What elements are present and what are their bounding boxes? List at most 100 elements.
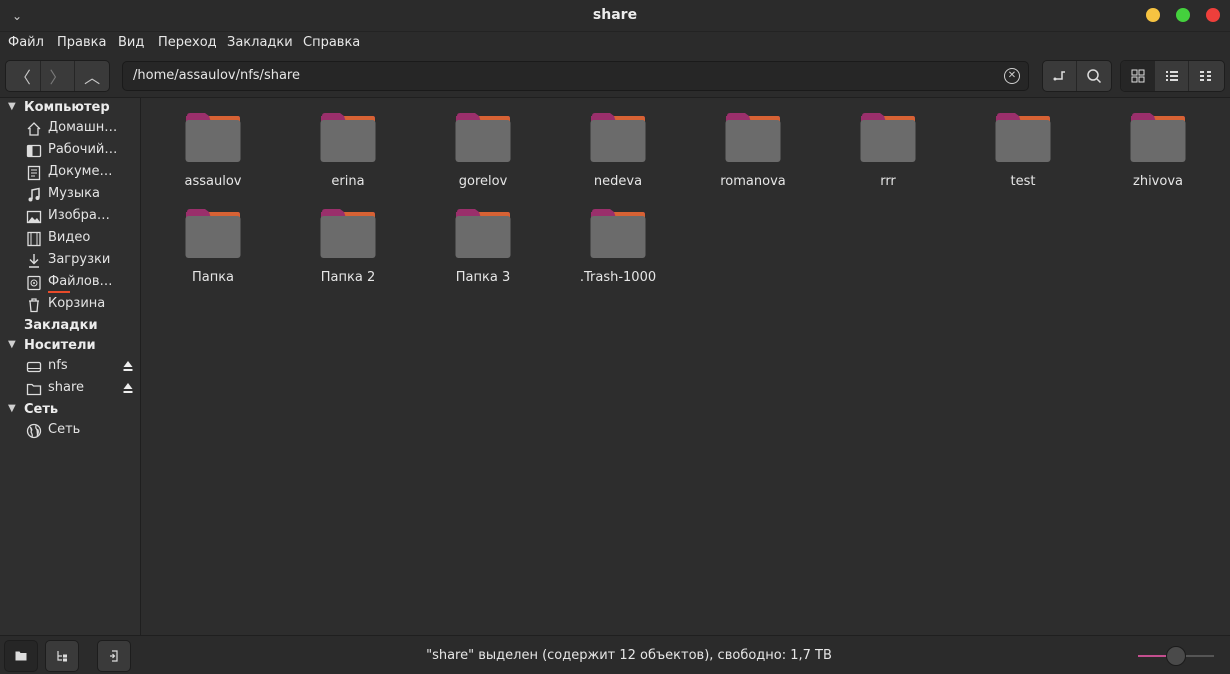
folder-item[interactable]: romanova	[693, 98, 813, 189]
icon-view-button[interactable]	[1121, 61, 1155, 91]
filesystem-icon	[27, 275, 41, 291]
location-path[interactable]: /home/assaulov/nfs/share	[133, 68, 300, 83]
sidebar-item-documents[interactable]: Докумен…	[0, 162, 141, 184]
folder-name: zhivova	[1133, 174, 1183, 189]
clear-location-icon[interactable]: ✕	[1004, 68, 1020, 84]
search-button[interactable]	[1077, 61, 1111, 91]
folder-icon	[455, 113, 511, 162]
sidebar: ▼ Компьютер Домашн… Рабочий… Докумен… Му…	[0, 98, 141, 635]
folder-item[interactable]: assaulov	[153, 98, 273, 189]
list-view-icon	[1165, 71, 1178, 81]
menu-bookmarks[interactable]: Закладки	[227, 35, 293, 50]
menu-go[interactable]: Переход	[158, 35, 217, 50]
folder-icon	[26, 383, 42, 396]
folder-name: Папка 3	[455, 270, 511, 285]
sidebar-item-filesystem[interactable]: Файлова…	[0, 272, 141, 294]
menu-file[interactable]: Файл	[8, 35, 44, 50]
folder-icon	[995, 113, 1051, 162]
sidebar-header-computer[interactable]: ▼ Компьютер	[0, 100, 141, 120]
compact-view-icon	[1200, 71, 1211, 81]
search-icon	[1087, 69, 1102, 84]
navigation-group: 〈 〉 ︿	[5, 60, 110, 92]
sidebar-header-network[interactable]: ▼ Сеть	[0, 402, 141, 422]
list-view-button[interactable]	[1155, 61, 1189, 91]
folder-icon	[320, 209, 376, 258]
sidebar-item-nfs[interactable]: nfs	[0, 356, 141, 378]
disk-usage-bar	[48, 291, 70, 293]
close-button[interactable]	[1206, 8, 1220, 22]
image-icon	[26, 210, 42, 224]
folder-name: Папка 2	[320, 270, 376, 285]
minimize-button[interactable]	[1146, 8, 1160, 22]
folder-item[interactable]: nedeva	[558, 98, 678, 189]
title-bar: ⌄ share	[0, 0, 1230, 32]
eject-icon[interactable]	[123, 360, 133, 372]
folder-item[interactable]: erina	[288, 98, 408, 189]
folder-name: assaulov	[184, 174, 242, 189]
folder-item[interactable]: Папка 2	[288, 194, 408, 285]
window-title: share	[592, 7, 638, 23]
folder-icon	[185, 113, 241, 162]
up-button[interactable]: ︿	[75, 61, 109, 91]
folder-icon	[320, 113, 376, 162]
desktop-icon	[26, 144, 42, 158]
folder-item[interactable]: gorelov	[423, 98, 543, 189]
menu-help[interactable]: Справка	[303, 35, 360, 50]
toggle-group	[1042, 60, 1112, 92]
sidebar-item-network[interactable]: Сеть	[0, 420, 141, 442]
sidebar-item-desktop[interactable]: Рабочий…	[0, 140, 141, 162]
sidebar-item-videos[interactable]: Видео	[0, 228, 141, 250]
folder-icon	[590, 209, 646, 258]
folder-item[interactable]: Папка	[153, 194, 273, 285]
sidebar-item-downloads[interactable]: Загрузки	[0, 250, 141, 272]
view-mode-group	[1120, 60, 1225, 92]
menu-view[interactable]: Вид	[118, 35, 144, 50]
download-icon	[29, 254, 39, 268]
home-icon	[27, 122, 41, 136]
sidebar-header-bookmarks[interactable]: Закладки	[0, 318, 141, 338]
folder-name: gorelov	[458, 174, 508, 189]
menu-bar: Файл Правка Вид Переход Закладки Справка	[0, 32, 1230, 54]
folder-name: romanova	[720, 174, 786, 189]
folder-item[interactable]: test	[963, 98, 1083, 189]
location-bar[interactable]: /home/assaulov/nfs/share ✕	[122, 61, 1029, 91]
folder-item[interactable]: rrr	[828, 98, 948, 189]
sidebar-item-music[interactable]: Музыка	[0, 184, 141, 206]
folder-name: .Trash-1000	[579, 270, 657, 285]
globe-icon	[26, 423, 42, 439]
compact-view-button[interactable]	[1189, 61, 1223, 91]
expand-arrow-icon: ▼	[8, 403, 16, 414]
folder-item[interactable]: Папка 3	[423, 194, 543, 285]
folder-item[interactable]: .Trash-1000	[558, 194, 678, 285]
forward-button[interactable]: 〉	[41, 61, 76, 91]
folder-icon	[860, 113, 916, 162]
folder-icon	[725, 113, 781, 162]
expand-arrow-icon: ▼	[8, 101, 16, 112]
document-icon	[27, 165, 41, 181]
menu-edit[interactable]: Правка	[57, 35, 106, 50]
back-button[interactable]: 〈	[6, 61, 41, 91]
sidebar-item-trash[interactable]: Корзина	[0, 294, 141, 316]
toggle-location-button[interactable]	[1043, 61, 1077, 91]
zoom-slider-knob[interactable]	[1166, 646, 1186, 666]
folder-name: rrr	[880, 174, 896, 189]
grid-view-icon	[1131, 69, 1144, 83]
folder-item[interactable]: zhivova	[1098, 98, 1218, 189]
toolbar: 〈 〉 ︿ /home/assaulov/nfs/share ✕	[0, 54, 1230, 98]
status-bar: "share" выделен (содержит 12 объектов), …	[0, 635, 1230, 674]
drive-icon	[26, 361, 42, 373]
sidebar-header-devices[interactable]: ▼ Носители	[0, 338, 141, 358]
sidebar-item-share[interactable]: share	[0, 378, 141, 400]
folder-icon	[1130, 113, 1186, 162]
file-view[interactable]: assaulov erina gorelov nedeva romanova rrr tes…	[141, 98, 1230, 635]
sidebar-item-pictures[interactable]: Изобра…	[0, 206, 141, 228]
folder-icon	[455, 209, 511, 258]
folder-name: test	[1010, 174, 1036, 189]
folder-icon	[185, 209, 241, 258]
folder-name: nedeva	[593, 174, 643, 189]
folder-name: erina	[331, 174, 365, 189]
sidebar-item-home[interactable]: Домашн…	[0, 118, 141, 140]
eject-icon[interactable]	[123, 382, 133, 394]
expand-arrow-icon: ▼	[8, 339, 16, 350]
maximize-button[interactable]	[1176, 8, 1190, 22]
